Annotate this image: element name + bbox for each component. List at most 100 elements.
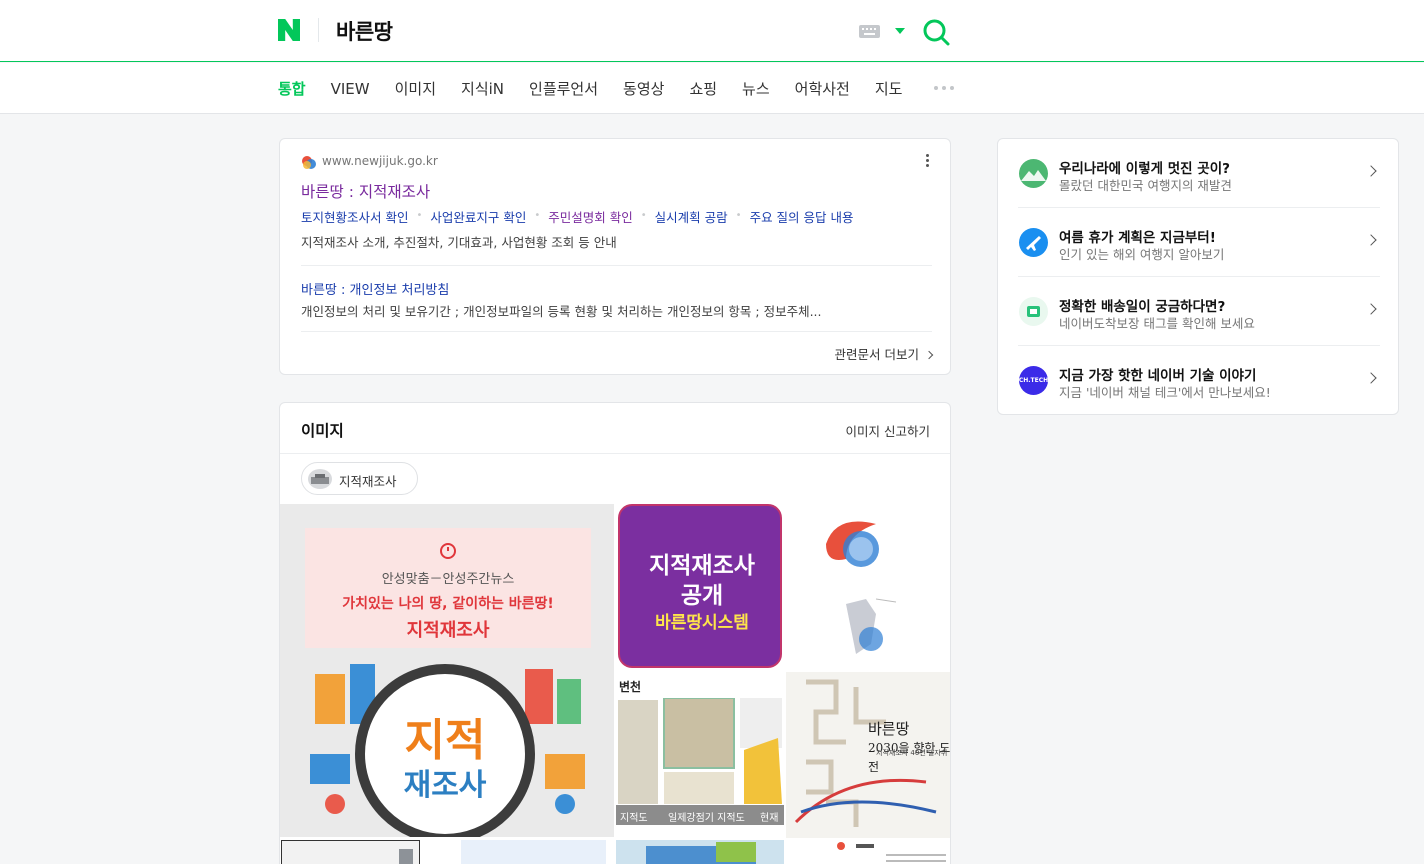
result-description: 지적재조사 소개, 추진절차, 기대효과, 사업현황 조회 등 안내	[301, 235, 617, 250]
report-images-link[interactable]: 이미지 신고하기	[846, 421, 930, 440]
header: 바른땅	[0, 0, 1424, 62]
sublink[interactable]: 주요 질의 응답 내용	[750, 207, 854, 226]
chevron-right-icon	[1365, 234, 1377, 246]
promo-title: 우리나라에 이렇게 멋진 곳이?	[1059, 161, 1230, 177]
caption-item: 지적도	[620, 813, 648, 824]
separator: •	[735, 210, 742, 221]
calligraphy-subtitle: 지적재조사 40년 발자취	[876, 749, 948, 757]
banner-line: 공개	[680, 583, 724, 609]
image-thumbnail[interactable]: 변천 지적도 일제강점기 지적도 현재	[616, 672, 784, 838]
related-docs-link[interactable]: 관련문서 더보기	[834, 344, 934, 363]
chip-label: 지적재조사	[339, 474, 397, 489]
image-thumbnail[interactable]	[786, 504, 950, 670]
sublink[interactable]: 실시계획 공람	[655, 207, 728, 226]
promo-item[interactable]: CH.TECH 지금 가장 핫한 네이버 기술 이야기 지금 '네이버 채널 테…	[1018, 346, 1380, 415]
purple-banner: 지적재조사 공개 바른땅시스템	[618, 504, 782, 668]
tabs: 통합 VIEW 이미지 지식iN 인플루언서 동영상 쇼핑 뉴스 어학사전 지도	[278, 63, 927, 114]
images-card: 이미지 이미지 신고하기 지적재조사 안성맞춤－안성주간뉴스 가치있는 나의 땅…	[279, 402, 951, 864]
tab-influencer[interactable]: 인플루언서	[529, 78, 598, 99]
tab-bar: 통합 VIEW 이미지 지식iN 인플루언서 동영상 쇼핑 뉴스 어학사전 지도	[0, 63, 1424, 114]
sublink[interactable]: 주민설명회 확인	[548, 207, 632, 226]
poster-subtitle: 안성맞춤－안성주간뉴스	[381, 572, 515, 587]
chevron-right-icon	[1365, 165, 1377, 177]
sublinks: 토지현황조사서 확인 • 사업완료지구 확인 • 주민설명회 확인 • 실시계획…	[301, 207, 853, 226]
calligraphy-line: 바른땅	[868, 720, 910, 738]
promo-item[interactable]: 우리나라에 이렇게 멋진 곳이? 몰랐던 대한민국 여행지의 재발견	[1018, 139, 1380, 208]
sublink[interactable]: 사업완료지구 확인	[430, 207, 526, 226]
chevron-down-icon[interactable]	[895, 28, 905, 34]
divider	[280, 453, 950, 454]
promo-item[interactable]: 여름 휴가 계획은 지금부터! 인기 있는 해외 여행지 알아보기	[1018, 208, 1380, 277]
promo-description: 네이버도착보장 태그를 확인해 보세요	[1059, 316, 1255, 331]
more-tabs-icon[interactable]	[934, 86, 954, 90]
sublink[interactable]: 토지현황조사서 확인	[301, 207, 408, 226]
promo-description: 인기 있는 해외 여행지 알아보기	[1059, 247, 1225, 262]
delivery-icon	[1019, 297, 1048, 326]
promo-description: 몰랐던 대한민국 여행지의 재발견	[1059, 178, 1232, 193]
site-url[interactable]: www.newjijuk.go.kr	[322, 154, 438, 168]
divider	[318, 18, 319, 42]
more-options-icon[interactable]	[926, 154, 929, 167]
sub-result-title[interactable]: 바른땅 : 개인정보 처리방침	[301, 279, 449, 298]
promo-title: 지금 가장 핫한 네이버 기술 이야기	[1059, 368, 1257, 384]
search-query[interactable]: 바른땅	[336, 16, 393, 46]
tab-video[interactable]: 동영상	[623, 78, 664, 99]
sub-result-description: 개인정보의 처리 및 보유기간 ; 개인정보파일의 등록 현황 및 처리하는 개…	[301, 304, 822, 319]
ch-tech-badge: CH.TECH	[1018, 377, 1049, 384]
historical-maps-image	[618, 698, 782, 804]
promo-card: 우리나라에 이렇게 멋진 곳이? 몰랐던 대한민국 여행지의 재발견 여름 휴가…	[997, 138, 1399, 415]
result-title[interactable]: 바른땅 : 지적재조사	[301, 180, 430, 202]
promo-title: 여름 휴가 계획은 지금부터!	[1059, 230, 1216, 246]
related-docs-label: 관련문서 더보기	[834, 347, 920, 362]
image-filter-chip[interactable]: 지적재조사	[301, 462, 418, 495]
divider	[301, 331, 932, 332]
tab-view[interactable]: VIEW	[331, 80, 370, 98]
clock-icon	[440, 543, 456, 559]
keyboard-icon[interactable]	[859, 25, 880, 38]
poster-slogan: 가치있는 나의 땅, 같이하는 바른땅!	[342, 596, 554, 612]
search-icon[interactable]	[922, 18, 950, 46]
poster-circle-subtitle: 재조사	[403, 768, 487, 803]
mountain-icon	[1019, 159, 1048, 188]
web-result-card: www.newjijuk.go.kr 바른땅 : 지적재조사 토지현황조사서 확…	[279, 138, 951, 375]
naver-logo[interactable]	[278, 19, 300, 41]
separator: •	[534, 210, 541, 221]
banner-image	[646, 842, 756, 864]
image-thumbnail[interactable]: 바른땅 2030을 향한 도전 지적재조사 40년 발자취	[786, 672, 950, 838]
banner-line: 지적재조사	[649, 553, 755, 579]
image-thumbnail[interactable]	[616, 840, 784, 864]
tab-news[interactable]: 뉴스	[742, 78, 770, 99]
image-thumbnail[interactable]	[281, 840, 420, 864]
image-thumbnail[interactable]: 안성맞춤－안성주간뉴스 가치있는 나의 땅, 같이하는 바른땅! 지적재조사 지…	[280, 504, 614, 837]
tab-all[interactable]: 통합	[278, 78, 306, 99]
building-image	[399, 849, 413, 864]
airplane-icon	[1019, 228, 1048, 257]
tab-dictionary[interactable]: 어학사전	[795, 78, 850, 99]
tab-map[interactable]: 지도	[875, 78, 903, 99]
poster-header: 안성맞춤－안성주간뉴스 가치있는 나의 땅, 같이하는 바른땅! 지적재조사	[305, 528, 591, 648]
banner-line: 바른땅시스템	[655, 613, 749, 633]
separator: •	[416, 210, 423, 221]
image-caption: 변천	[619, 680, 642, 694]
tab-images[interactable]: 이미지	[395, 78, 436, 99]
poster-circle: 지적 재조사	[355, 664, 535, 837]
ch-tech-icon: CH.TECH	[1019, 366, 1048, 395]
separator: •	[640, 210, 647, 221]
poster-title: 지적재조사	[406, 620, 490, 641]
map-logo-image	[826, 521, 897, 654]
images-heading: 이미지	[301, 422, 344, 440]
image-thumbnail[interactable]	[786, 840, 950, 864]
caption-item: 현재	[760, 813, 779, 824]
image-thumbnail[interactable]	[461, 840, 606, 864]
chevron-right-icon	[1365, 372, 1377, 384]
caption-item: 일제강점기 지적도	[668, 813, 745, 824]
chevron-right-icon	[1365, 303, 1377, 315]
image-thumbnail[interactable]: 지적재조사 공개 바른땅시스템	[616, 504, 784, 670]
promo-description: 지금 '네이버 채널 테크'에서 만나보세요!	[1059, 385, 1271, 400]
caption-bar: 지적도 일제강점기 지적도 현재	[616, 805, 784, 825]
promo-title: 정확한 배송일이 궁금하다면?	[1059, 299, 1226, 315]
promo-item[interactable]: 정확한 배송일이 궁금하다면? 네이버도착보장 태그를 확인해 보세요	[1018, 277, 1380, 346]
tab-shopping[interactable]: 쇼핑	[689, 78, 717, 99]
tab-kin[interactable]: 지식iN	[461, 78, 504, 99]
document-image	[837, 842, 946, 862]
